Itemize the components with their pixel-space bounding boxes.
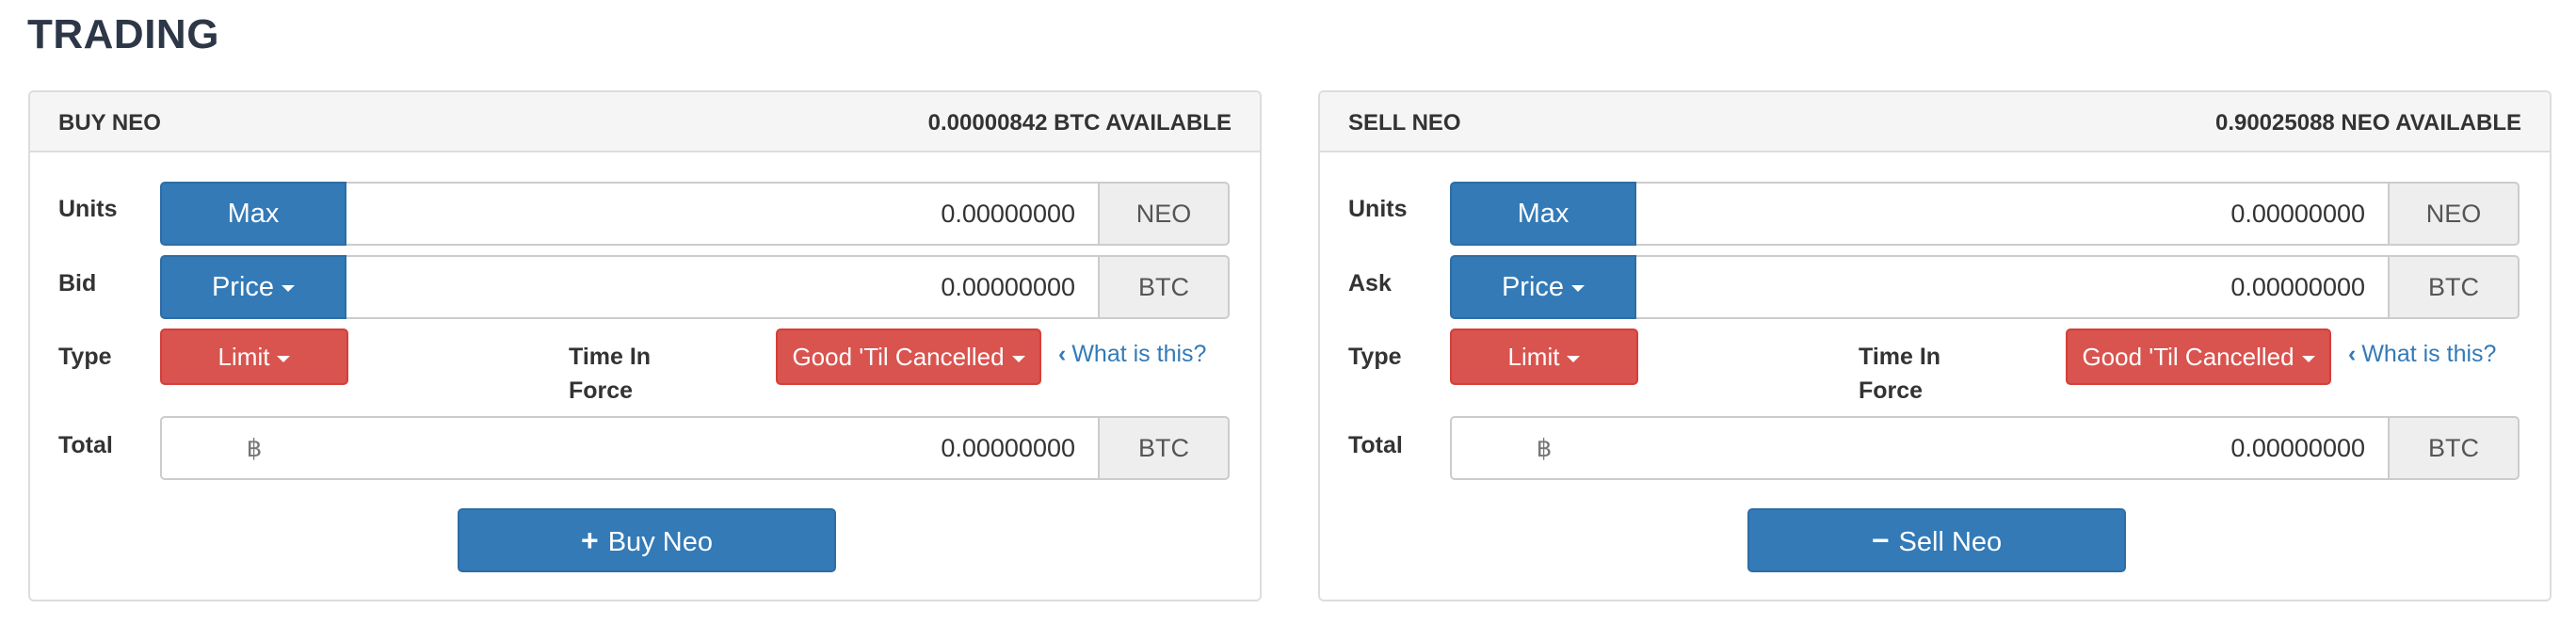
buy-available-balance: 0.00000842 BTC AVAILABLE [927,110,1232,136]
buy-type-dropdown[interactable]: Limit [160,329,348,385]
sell-time-in-force-dropdown[interactable]: Good 'Til Cancelled [2066,329,2331,385]
buy-price-dropdown-label: Price [211,272,275,302]
buy-time-in-force-dropdown[interactable]: Good 'Til Cancelled [776,329,1041,385]
sell-price-dropdown-label: Price [1501,272,1565,302]
sell-ask-label: Ask [1348,270,1392,296]
sell-price-dropdown[interactable]: Price [1450,255,1636,319]
sell-neo-button-label: Sell Neo [1898,527,2003,557]
sell-price-input[interactable]: 0.00000000 [1636,255,2390,319]
buy-total-label: Total [58,432,113,458]
buy-what-is-this-link[interactable]: ‹ What is this? [1058,341,1206,368]
bitcoin-icon: ฿ [160,416,348,480]
sell-panel: SELL NEO 0.90025088 NEO AVAILABLE Units … [1318,90,2552,601]
buy-panel: BUY NEO 0.00000842 BTC AVAILABLE Units M… [28,90,1262,601]
sell-panel-title: SELL NEO [1348,110,1461,136]
sell-type-label: Type [1348,344,1402,370]
caret-down-icon [2301,355,2315,362]
buy-units-currency: NEO [1098,182,1230,246]
caret-down-icon [1567,355,1581,362]
buy-total-input[interactable]: 0.00000000 [346,416,1100,480]
buy-time-in-force-label: Time In Force [569,340,651,408]
buy-bid-label: Bid [58,270,97,296]
buy-units-label: Units [58,196,118,222]
buy-total-currency: BTC [1098,416,1230,480]
buy-type-dropdown-label: Limit [217,343,270,371]
sell-available-balance: 0.90025088 NEO AVAILABLE [2214,110,2521,136]
sell-units-currency: NEO [2388,182,2520,246]
buy-neo-button-label: Buy Neo [607,527,713,557]
sell-what-is-this-link[interactable]: ‹ What is this? [2348,341,2496,368]
bitcoin-icon: ฿ [1450,416,1638,480]
sell-tif-line-1: Time In [1859,344,1941,370]
chevron-left-icon: ‹ [2348,341,2357,367]
buy-units-input[interactable]: 0.00000000 [346,182,1100,246]
sell-units-input[interactable]: 0.00000000 [1636,182,2390,246]
sell-time-in-force-label: Time In Force [1859,340,1940,408]
sell-total-input[interactable]: 0.00000000 [1636,416,2390,480]
sell-total-label: Total [1348,432,1403,458]
plus-icon: + [581,523,599,557]
sell-units-label: Units [1348,196,1408,222]
buy-max-button[interactable]: Max [160,182,346,246]
page-title: TRADING [27,11,219,57]
sell-max-button[interactable]: Max [1450,182,1636,246]
buy-help-link-text: What is this? [1071,341,1207,367]
caret-down-icon [277,355,291,362]
caret-down-icon [1571,284,1586,292]
sell-type-dropdown[interactable]: Limit [1450,329,1638,385]
buy-price-dropdown[interactable]: Price [160,255,346,319]
buy-panel-title: BUY NEO [58,110,161,136]
buy-type-label: Type [58,344,112,370]
buy-price-currency: BTC [1098,255,1230,319]
sell-neo-button[interactable]: − Sell Neo [1747,508,2126,572]
buy-tif-dropdown-label: Good 'Til Cancelled [792,343,1005,371]
caret-down-icon [1011,355,1025,362]
minus-icon: − [1871,523,1890,557]
buy-tif-line-1: Time In [569,344,652,370]
sell-total-currency: BTC [2388,416,2520,480]
sell-price-currency: BTC [2388,255,2520,319]
sell-tif-dropdown-label: Good 'Til Cancelled [2082,343,2294,371]
buy-neo-button[interactable]: + Buy Neo [458,508,836,572]
sell-panel-heading: SELL NEO 0.90025088 NEO AVAILABLE [1320,92,2550,152]
chevron-left-icon: ‹ [1058,341,1067,367]
sell-tif-line-2: Force [1859,377,1924,404]
buy-tif-line-2: Force [569,377,634,404]
buy-panel-heading: BUY NEO 0.00000842 BTC AVAILABLE [30,92,1260,152]
sell-type-dropdown-label: Limit [1507,343,1560,371]
caret-down-icon [282,284,296,292]
sell-help-link-text: What is this? [2361,341,2497,367]
buy-price-input[interactable]: 0.00000000 [346,255,1100,319]
